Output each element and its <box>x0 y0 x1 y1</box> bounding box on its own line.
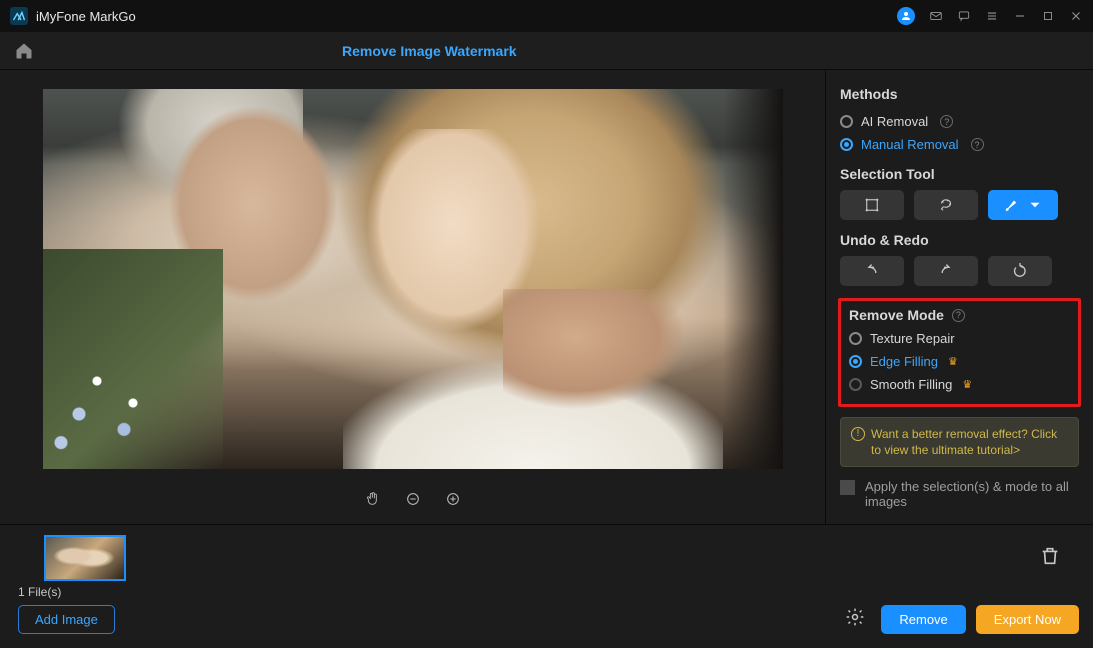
user-icon[interactable] <box>897 7 915 25</box>
mode-edge-filling[interactable]: Edge Filling ♛ <box>849 350 1070 373</box>
main: Methods AI Removal ? Manual Removal ? Se… <box>0 70 1093 524</box>
undo-redo-title: Undo & Redo <box>840 232 1079 248</box>
photo-flowers <box>43 249 223 469</box>
undo-button[interactable] <box>840 256 904 286</box>
photo-shadow-right <box>723 89 783 469</box>
image-thumbnail[interactable] <box>44 535 126 581</box>
method-manual-label: Manual Removal <box>861 137 959 152</box>
radio-icon <box>840 138 853 151</box>
menu-icon[interactable] <box>985 9 999 23</box>
app-logo <box>10 7 28 25</box>
info-icon: ! <box>851 427 865 441</box>
canvas-wrap <box>0 70 825 474</box>
photo-arm <box>503 289 683 409</box>
help-icon[interactable]: ? <box>952 309 965 322</box>
minimize-icon[interactable] <box>1013 9 1027 23</box>
app-title: iMyFone MarkGo <box>36 9 136 24</box>
header: Remove Image Watermark <box>0 32 1093 70</box>
export-now-button[interactable]: Export Now <box>976 605 1079 634</box>
mode-texture-repair[interactable]: Texture Repair <box>849 327 1070 350</box>
rectangle-select-tool[interactable] <box>840 190 904 220</box>
close-icon[interactable] <box>1069 9 1083 23</box>
canvas-tool-row <box>0 474 825 524</box>
home-button[interactable] <box>6 41 42 61</box>
pan-tool[interactable] <box>365 491 381 507</box>
tutorial-banner[interactable]: ! Want a better removal effect? Click to… <box>840 417 1079 467</box>
tab-remove-image-watermark[interactable]: Remove Image Watermark <box>342 43 517 59</box>
mode-smooth-label: Smooth Filling <box>870 377 952 392</box>
remove-mode-highlight: Remove Mode ? Texture Repair Edge Fillin… <box>838 298 1081 407</box>
methods-title: Methods <box>840 86 1079 102</box>
titlebar-controls <box>897 7 1083 25</box>
brush-select-tool[interactable] <box>988 190 1058 220</box>
method-ai-label: AI Removal <box>861 114 928 129</box>
sidebar: Methods AI Removal ? Manual Removal ? Se… <box>826 70 1093 524</box>
selection-tool-title: Selection Tool <box>840 166 1079 182</box>
remove-button[interactable]: Remove <box>881 605 965 634</box>
remove-mode-title: Remove Mode <box>849 307 944 323</box>
premium-crown-icon: ♛ <box>948 355 958 368</box>
apply-all-row[interactable]: Apply the selection(s) & mode to all ima… <box>840 479 1079 509</box>
apply-all-label: Apply the selection(s) & mode to all ima… <box>865 479 1079 509</box>
lasso-select-tool[interactable] <box>914 190 978 220</box>
zoom-out-button[interactable] <box>405 491 421 507</box>
mode-smooth-filling[interactable]: Smooth Filling ♛ <box>849 373 1070 396</box>
mail-icon[interactable] <box>929 9 943 23</box>
file-count: 1 File(s) <box>0 585 1093 605</box>
help-icon[interactable]: ? <box>971 138 984 151</box>
method-manual-removal[interactable]: Manual Removal ? <box>840 133 1079 156</box>
tutorial-text: Want a better removal effect? Click to v… <box>871 426 1068 458</box>
add-image-button[interactable]: Add Image <box>18 605 115 634</box>
premium-crown-icon: ♛ <box>962 378 972 391</box>
redo-button[interactable] <box>914 256 978 286</box>
mode-texture-label: Texture Repair <box>870 331 955 346</box>
radio-icon <box>849 378 862 391</box>
image-canvas[interactable] <box>43 89 783 469</box>
maximize-icon[interactable] <box>1041 9 1055 23</box>
footer: 1 File(s) Add Image Remove Export Now <box>0 524 1093 648</box>
method-ai-removal[interactable]: AI Removal ? <box>840 110 1079 133</box>
canvas-area <box>0 70 826 524</box>
titlebar: iMyFone MarkGo <box>0 0 1093 32</box>
selection-tool-row <box>840 190 1079 220</box>
help-icon[interactable]: ? <box>940 115 953 128</box>
feedback-icon[interactable] <box>957 9 971 23</box>
zoom-in-button[interactable] <box>445 491 461 507</box>
thumbnail-row <box>0 525 1093 585</box>
radio-icon <box>849 332 862 345</box>
undo-redo-row <box>840 256 1079 286</box>
radio-icon <box>840 115 853 128</box>
reset-button[interactable] <box>988 256 1052 286</box>
settings-button[interactable] <box>845 607 865 632</box>
checkbox-icon[interactable] <box>840 480 855 495</box>
delete-button[interactable] <box>1039 545 1061 572</box>
mode-edge-label: Edge Filling <box>870 354 938 369</box>
action-row: Add Image Remove Export Now <box>0 605 1093 644</box>
chevron-down-icon <box>1026 196 1044 214</box>
radio-icon <box>849 355 862 368</box>
